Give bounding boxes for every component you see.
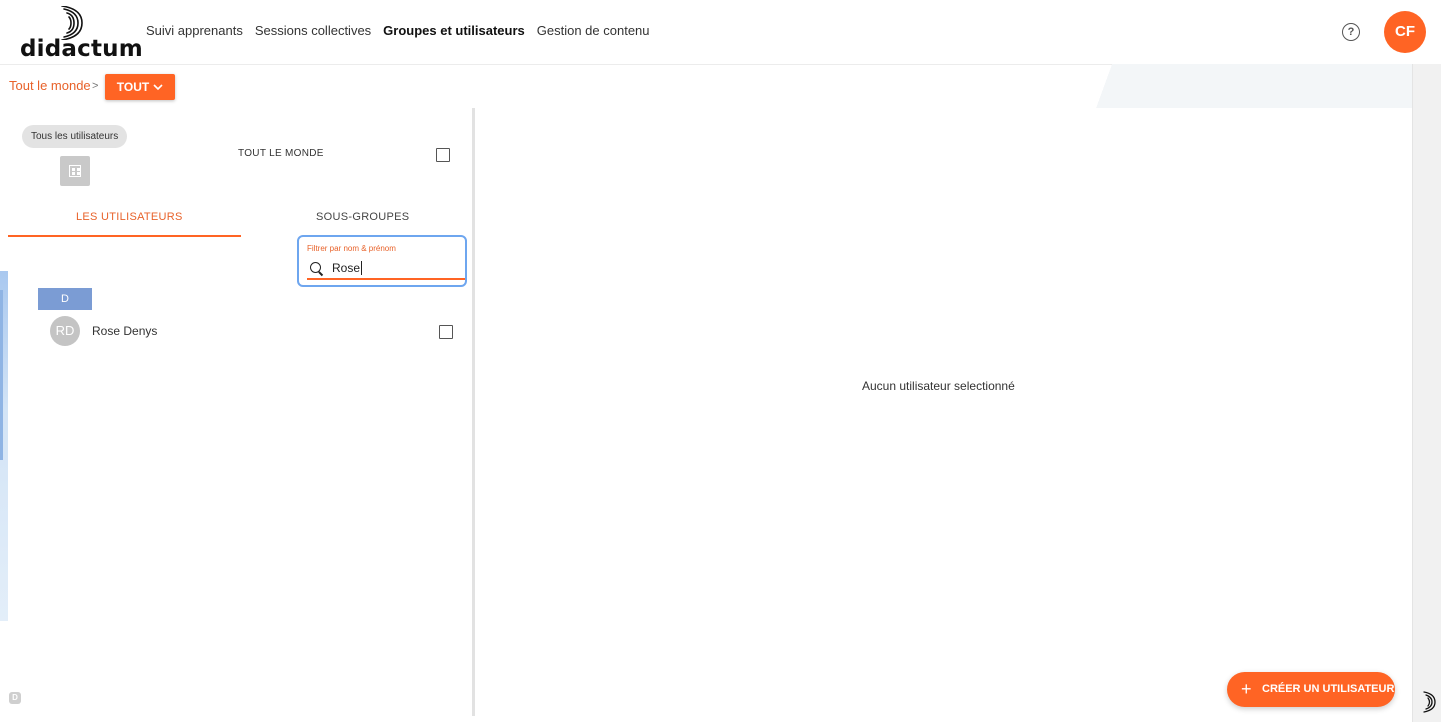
group-select-checkbox[interactable] <box>436 148 450 162</box>
create-user-label: CRÉER UN UTILISATEUR <box>1262 683 1395 695</box>
didactum-logo[interactable]: didactum <box>20 6 143 62</box>
status-badge: D <box>9 692 21 704</box>
filter-input[interactable]: Rose <box>332 261 363 275</box>
chevron-down-icon <box>153 84 163 91</box>
panel-divider[interactable] <box>472 108 475 716</box>
logo-text: didactum <box>20 36 143 62</box>
active-tab-indicator <box>8 235 241 237</box>
building-icon <box>60 156 90 186</box>
fingerprint-icon <box>1423 691 1436 713</box>
search-icon <box>310 262 321 273</box>
hero-banner-decoration <box>1092 64 1412 108</box>
breadcrumb-separator: > <box>92 80 99 92</box>
fingerprint-logo-icon <box>61 6 83 40</box>
user-select-checkbox[interactable] <box>439 325 453 339</box>
scroll-indicator-thumb[interactable] <box>0 290 3 460</box>
main-nav: Suivi apprenants Sessions collectives Gr… <box>146 23 650 38</box>
plus-icon: + <box>1241 679 1252 699</box>
create-user-button[interactable]: + CRÉER UN UTILISATEUR <box>1227 672 1395 707</box>
group-dropdown-label: TOUT <box>116 80 150 94</box>
top-header: didactum Suivi apprenants Sessions colle… <box>0 0 1441 65</box>
all-users-chip[interactable]: Tous les utilisateurs <box>22 125 128 148</box>
filter-underline <box>307 278 465 280</box>
tab-les-utilisateurs[interactable]: LES UTILISATEURS <box>76 211 183 223</box>
group-dropdown-button[interactable]: TOUT <box>105 74 175 100</box>
user-name[interactable]: Rose Denys <box>92 324 157 338</box>
user-avatar-button[interactable]: CF <box>1384 11 1426 53</box>
help-icon[interactable]: ? <box>1342 23 1360 41</box>
letter-section-header: D <box>38 288 92 310</box>
filter-label: Filtrer par nom & prénom <box>307 244 396 253</box>
left-panel <box>0 108 472 722</box>
nav-gestion-contenu[interactable]: Gestion de contenu <box>537 23 650 38</box>
name-filter-field[interactable]: Filtrer par nom & prénom Rose <box>297 235 467 287</box>
nav-suivi-apprenants[interactable]: Suivi apprenants <box>146 23 243 38</box>
nav-sessions-collectives[interactable]: Sessions collectives <box>255 23 371 38</box>
avatar: RD <box>50 316 80 346</box>
tab-sous-groupes[interactable]: SOUS-GROUPES <box>316 211 409 223</box>
group-name: TOUT LE MONDE <box>238 148 324 159</box>
empty-selection-message: Aucun utilisateur selectionné <box>862 379 1015 393</box>
nav-groupes-utilisateurs[interactable]: Groupes et utilisateurs <box>383 23 525 38</box>
page-scrollbar[interactable] <box>1412 64 1441 722</box>
breadcrumb-root[interactable]: Tout le monde <box>9 78 91 93</box>
